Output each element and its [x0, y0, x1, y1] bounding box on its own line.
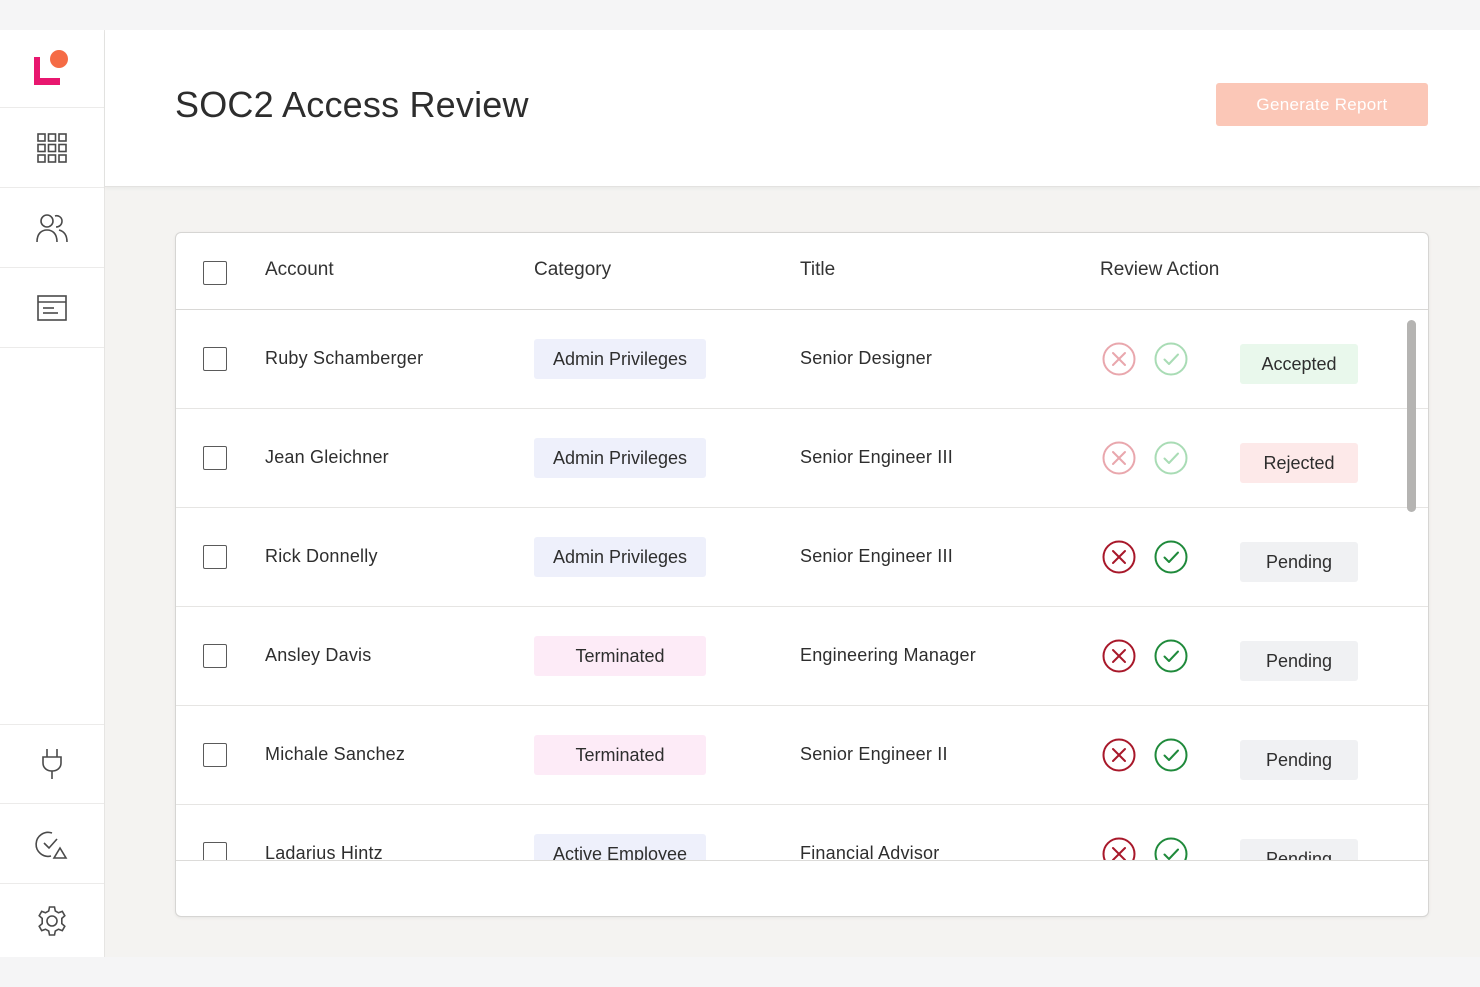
category-chip: Admin Privileges: [534, 339, 706, 379]
account-name: Ansley Davis: [265, 645, 372, 665]
page-title: SOC2 Access Review: [175, 84, 529, 125]
app-window: SOC2 Access Review Generate Report Accou…: [0, 30, 1480, 957]
category-chip: Terminated: [534, 735, 706, 775]
row-checkbox[interactable]: [203, 446, 227, 470]
logo-icon: [34, 49, 68, 85]
sidebar-logo[interactable]: [0, 30, 104, 108]
row-checkbox[interactable]: [203, 743, 227, 767]
accept-icon[interactable]: [1154, 639, 1188, 673]
table-row[interactable]: Rick Donnelly Admin Privileges Senior En…: [176, 508, 1428, 607]
status-badge: Rejected: [1240, 443, 1358, 483]
accept-icon[interactable]: [1154, 441, 1188, 475]
plug-icon: [42, 749, 62, 779]
table-body[interactable]: Ruby Schamberger Admin Privileges Senior…: [176, 310, 1428, 861]
table-row[interactable]: Ansley Davis Terminated Engineering Mana…: [176, 607, 1428, 706]
column-header-review-action[interactable]: Review Action: [1100, 259, 1219, 281]
job-title: Senior Designer: [800, 348, 933, 368]
accept-icon[interactable]: [1154, 837, 1188, 861]
accept-icon[interactable]: [1154, 738, 1188, 772]
row-checkbox[interactable]: [203, 347, 227, 371]
category-chip: Admin Privileges: [534, 537, 706, 577]
reject-icon[interactable]: [1102, 738, 1136, 772]
accept-icon[interactable]: [1154, 342, 1188, 376]
account-name: Ladarius Hintz: [265, 843, 383, 861]
sidebar-item-reports[interactable]: [0, 268, 104, 348]
category-chip: Terminated: [534, 636, 706, 676]
job-title: Senior Engineer II: [800, 744, 948, 764]
column-header-category[interactable]: Category: [534, 259, 611, 281]
job-title: Engineering Manager: [800, 645, 976, 665]
row-checkbox[interactable]: [203, 644, 227, 668]
table-scrollbar[interactable]: [1407, 320, 1416, 512]
sidebar-item-users[interactable]: [0, 188, 104, 268]
sidebar-item-integrations[interactable]: [0, 724, 104, 804]
status-badge: Pending: [1240, 542, 1358, 582]
reject-icon[interactable]: [1102, 342, 1136, 376]
sidebar: [0, 30, 105, 957]
table-row[interactable]: Jean Gleichner Admin Privileges Senior E…: [176, 409, 1428, 508]
reject-icon[interactable]: [1102, 540, 1136, 574]
table-header: Account Category Title Review Action: [176, 233, 1428, 310]
row-checkbox[interactable]: [203, 545, 227, 569]
status-badge: Pending: [1240, 839, 1358, 860]
accept-icon[interactable]: [1154, 540, 1188, 574]
status-badge: Pending: [1240, 740, 1358, 780]
page-header: SOC2 Access Review Generate Report: [105, 30, 1480, 187]
row-checkbox[interactable]: [203, 842, 227, 860]
access-review-table: Account Category Title Review Action Rub…: [175, 232, 1429, 917]
category-chip: Admin Privileges: [534, 438, 706, 478]
column-header-title[interactable]: Title: [800, 259, 835, 281]
sidebar-item-dashboard[interactable]: [0, 108, 104, 188]
reject-icon[interactable]: [1102, 837, 1136, 861]
column-header-account[interactable]: Account: [265, 259, 334, 281]
account-name: Rick Donnelly: [265, 546, 378, 566]
status-badge: Accepted: [1240, 344, 1358, 384]
sidebar-item-settings[interactable]: [0, 884, 104, 957]
bottom-strip: [0, 957, 1480, 987]
account-name: Michale Sanchez: [265, 744, 406, 764]
status-badge: Pending: [1240, 641, 1358, 681]
users-icon: [36, 213, 68, 242]
table-row[interactable]: Ladarius Hintz Active Employee Financial…: [176, 805, 1428, 861]
category-chip: Active Employee: [534, 834, 706, 860]
check-badge-icon: [35, 831, 68, 859]
account-name: Ruby Schamberger: [265, 348, 424, 368]
reject-icon[interactable]: [1102, 639, 1136, 673]
document-icon: [37, 294, 67, 321]
table-row[interactable]: Michale Sanchez Terminated Senior Engine…: [176, 706, 1428, 805]
account-name: Jean Gleichner: [265, 447, 389, 467]
job-title: Senior Engineer III: [800, 447, 953, 467]
job-title: Financial Advisor: [800, 843, 940, 861]
table-row[interactable]: Ruby Schamberger Admin Privileges Senior…: [176, 310, 1428, 409]
grid-icon: [37, 132, 67, 163]
job-title: Senior Engineer III: [800, 546, 953, 566]
gear-icon: [38, 905, 66, 936]
sidebar-item-compliance[interactable]: [0, 804, 104, 884]
select-all-checkbox[interactable]: [203, 261, 227, 285]
generate-report-button[interactable]: Generate Report: [1216, 83, 1428, 126]
reject-icon[interactable]: [1102, 441, 1136, 475]
